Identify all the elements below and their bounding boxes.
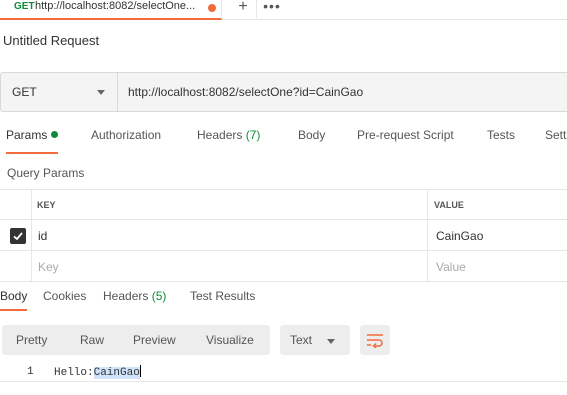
response-tab-test-results-label: Test Results	[190, 289, 256, 303]
row-checkbox-cell	[0, 251, 32, 281]
tab-body[interactable]: Body	[298, 128, 325, 154]
response-text-selection: CainGao	[93, 367, 140, 379]
tab-settings[interactable]: Sett	[545, 128, 566, 154]
request-tab[interactable]: GET http://localhost:8082/selectOne...	[0, 0, 222, 20]
check-icon	[13, 232, 23, 241]
response-tab-headers-label: Headers	[103, 289, 149, 303]
new-key-field[interactable]: Key	[32, 251, 428, 281]
tab-authorization-label: Authorization	[91, 128, 162, 142]
format-preview-button[interactable]: Preview	[133, 333, 176, 347]
response-tab-body-label: Body	[0, 289, 28, 303]
response-tab-body[interactable]: Body	[0, 289, 28, 311]
param-enabled-checkbox[interactable]	[10, 228, 26, 244]
tab-headers-label: Headers	[197, 128, 243, 142]
response-tab-headers[interactable]: Headers (5)	[103, 289, 166, 311]
key-placeholder: Key	[38, 260, 59, 274]
response-tab-cookies-label: Cookies	[43, 289, 87, 303]
tab-authorization[interactable]: Authorization	[91, 128, 161, 154]
more-icon[interactable]: •••	[258, 0, 286, 18]
response-body-text: Hello:CainGao	[54, 365, 141, 379]
url-input[interactable]	[118, 73, 567, 111]
value-placeholder: Value	[436, 260, 466, 274]
chevron-down-icon	[327, 339, 335, 344]
param-key-field[interactable]: id	[32, 220, 428, 250]
column-header-value: VALUE	[434, 200, 464, 210]
plus-icon[interactable]: +	[232, 0, 254, 18]
body-type-label: Text	[290, 333, 313, 347]
chevron-down-icon	[97, 90, 105, 95]
column-header-key: KEY	[37, 200, 56, 210]
response-body-editor[interactable]: 1 Hello:CainGao	[0, 362, 567, 382]
wrap-lines-button[interactable]	[360, 325, 390, 355]
param-value-field[interactable]: CainGao	[428, 220, 567, 250]
request-tabs: Params Authorization Headers (7) Body Pr…	[0, 128, 567, 154]
text-cursor	[139, 365, 141, 377]
table-row: id CainGao	[0, 219, 567, 250]
tab-params-label: Params	[6, 128, 48, 142]
response-tab-headers-count: (5)	[151, 289, 167, 303]
header-value-cell: VALUE	[428, 190, 567, 220]
new-value-field[interactable]: Value	[428, 251, 567, 281]
format-pretty-button[interactable]: Pretty	[16, 333, 47, 347]
table-header-row: KEY VALUE	[0, 189, 567, 220]
param-value-text: CainGao	[436, 229, 484, 243]
request-tab-title: http://localhost:8082/selectOne...	[35, 0, 196, 12]
method-select-label: GET	[12, 85, 37, 99]
response-tabs: Body Cookies Headers (5) Test Results	[0, 289, 567, 313]
param-key-text: id	[38, 229, 48, 243]
tab-settings-label: Sett	[545, 128, 567, 142]
tab-params[interactable]: Params	[6, 128, 59, 154]
tab-tests[interactable]: Tests	[487, 128, 515, 154]
request-title: Untitled Request	[3, 33, 100, 48]
request-tab-method: GET	[14, 1, 35, 12]
body-format-group: Pretty Raw Preview Visualize	[2, 325, 270, 355]
wrap-lines-icon	[367, 334, 383, 348]
active-dot-icon	[51, 131, 59, 138]
line-number: 1	[27, 366, 34, 378]
tab-divider	[256, 0, 257, 18]
format-raw-button[interactable]: Raw	[80, 333, 104, 347]
header-key-cell: KEY	[32, 190, 428, 220]
method-select[interactable]: GET	[1, 73, 118, 111]
tab-body-label: Body	[298, 128, 326, 142]
tab-tests-label: Tests	[487, 128, 516, 142]
format-visualize-button[interactable]: Visualize	[206, 333, 254, 347]
url-bar: GET	[0, 72, 567, 112]
table-row: Key Value	[0, 250, 567, 281]
row-checkbox-cell	[0, 220, 32, 250]
response-tab-test-results[interactable]: Test Results	[190, 289, 255, 311]
tab-pre-request-script[interactable]: Pre-request Script	[357, 128, 454, 154]
table-divider	[0, 281, 567, 282]
request-tab-bar: GET http://localhost:8082/selectOne... +…	[0, 0, 567, 20]
tab-headers[interactable]: Headers (7)	[197, 128, 260, 154]
body-type-select[interactable]: Text	[280, 325, 350, 355]
tab-headers-count: (7)	[245, 128, 261, 142]
header-checkbox-cell	[0, 190, 32, 220]
response-tab-cookies[interactable]: Cookies	[43, 289, 86, 311]
unsaved-dot-icon	[208, 4, 216, 12]
response-text-prefix: Hello:	[54, 367, 94, 379]
query-params-title: Query Params	[7, 166, 85, 180]
tab-pre-request-script-label: Pre-request Script	[357, 128, 454, 142]
